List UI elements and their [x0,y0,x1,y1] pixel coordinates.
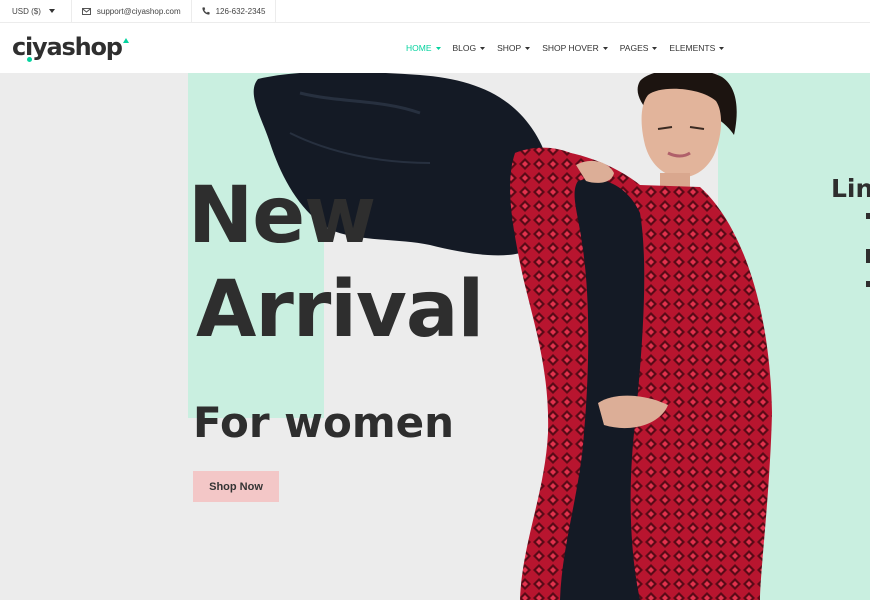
hero-title-line-1: New [188,171,376,261]
logo-accent [122,38,129,43]
chevron-down-icon [602,46,608,50]
hero-title-line-2: Arrival [196,265,484,355]
nav-item-label: SHOP HOVER [542,43,599,53]
nav-item-label: SHOP [497,43,522,53]
currency-selector[interactable]: USD ($) [0,0,72,23]
hero-slider: New Arrival For women Shop Now Lin [0,73,870,600]
chevron-down-icon [652,46,658,50]
phone-icon [202,7,210,15]
top-bar: USD ($) support@ciyashop.com 126-632-234… [0,0,870,23]
nav-item-elements[interactable]: ELEMENTS [669,43,725,53]
chevron-down-icon [48,9,55,13]
nav-item-label: BLOG [452,43,477,53]
nav-item-shop[interactable]: SHOP [497,43,531,53]
chevron-down-icon [525,46,531,50]
chevron-down-icon [435,46,441,50]
email-text: support@ciyashop.com [96,6,181,16]
envelope-icon [81,7,91,15]
shop-now-button[interactable]: Shop Now [193,471,279,502]
nav-item-label: HOME [406,43,432,53]
currency-label: USD ($) [12,6,41,16]
hero-subtitle: For women [193,398,454,447]
main-nav: HOME BLOG SHOP SHOP HOVER PAGES ELEMENTS [406,23,736,73]
chevron-down-icon [480,46,486,50]
nav-item-label: ELEMENTS [669,43,716,53]
site-header: ciyashop HOME BLOG SHOP SHOP HOVER PAGES… [0,23,870,73]
contact-email[interactable]: support@ciyashop.com [72,0,192,23]
nav-item-home[interactable]: HOME [406,43,441,53]
next-slide-fragment [866,249,870,263]
site-logo[interactable]: ciyashop [12,33,129,63]
next-slide-fragment [866,213,870,219]
nav-item-label: PAGES [619,43,649,53]
nav-item-blog[interactable]: BLOG [453,43,486,53]
next-slide-title: Lin [831,174,870,203]
contact-phone[interactable]: 126-632-2345 [192,0,277,23]
chevron-down-icon [719,46,725,50]
nav-item-shop-hover[interactable]: SHOP HOVER [542,43,608,53]
logo-dot [27,57,32,62]
next-slide-fragment [866,281,870,287]
phone-text: 126-632-2345 [215,6,266,16]
nav-item-pages[interactable]: PAGES [620,43,658,53]
